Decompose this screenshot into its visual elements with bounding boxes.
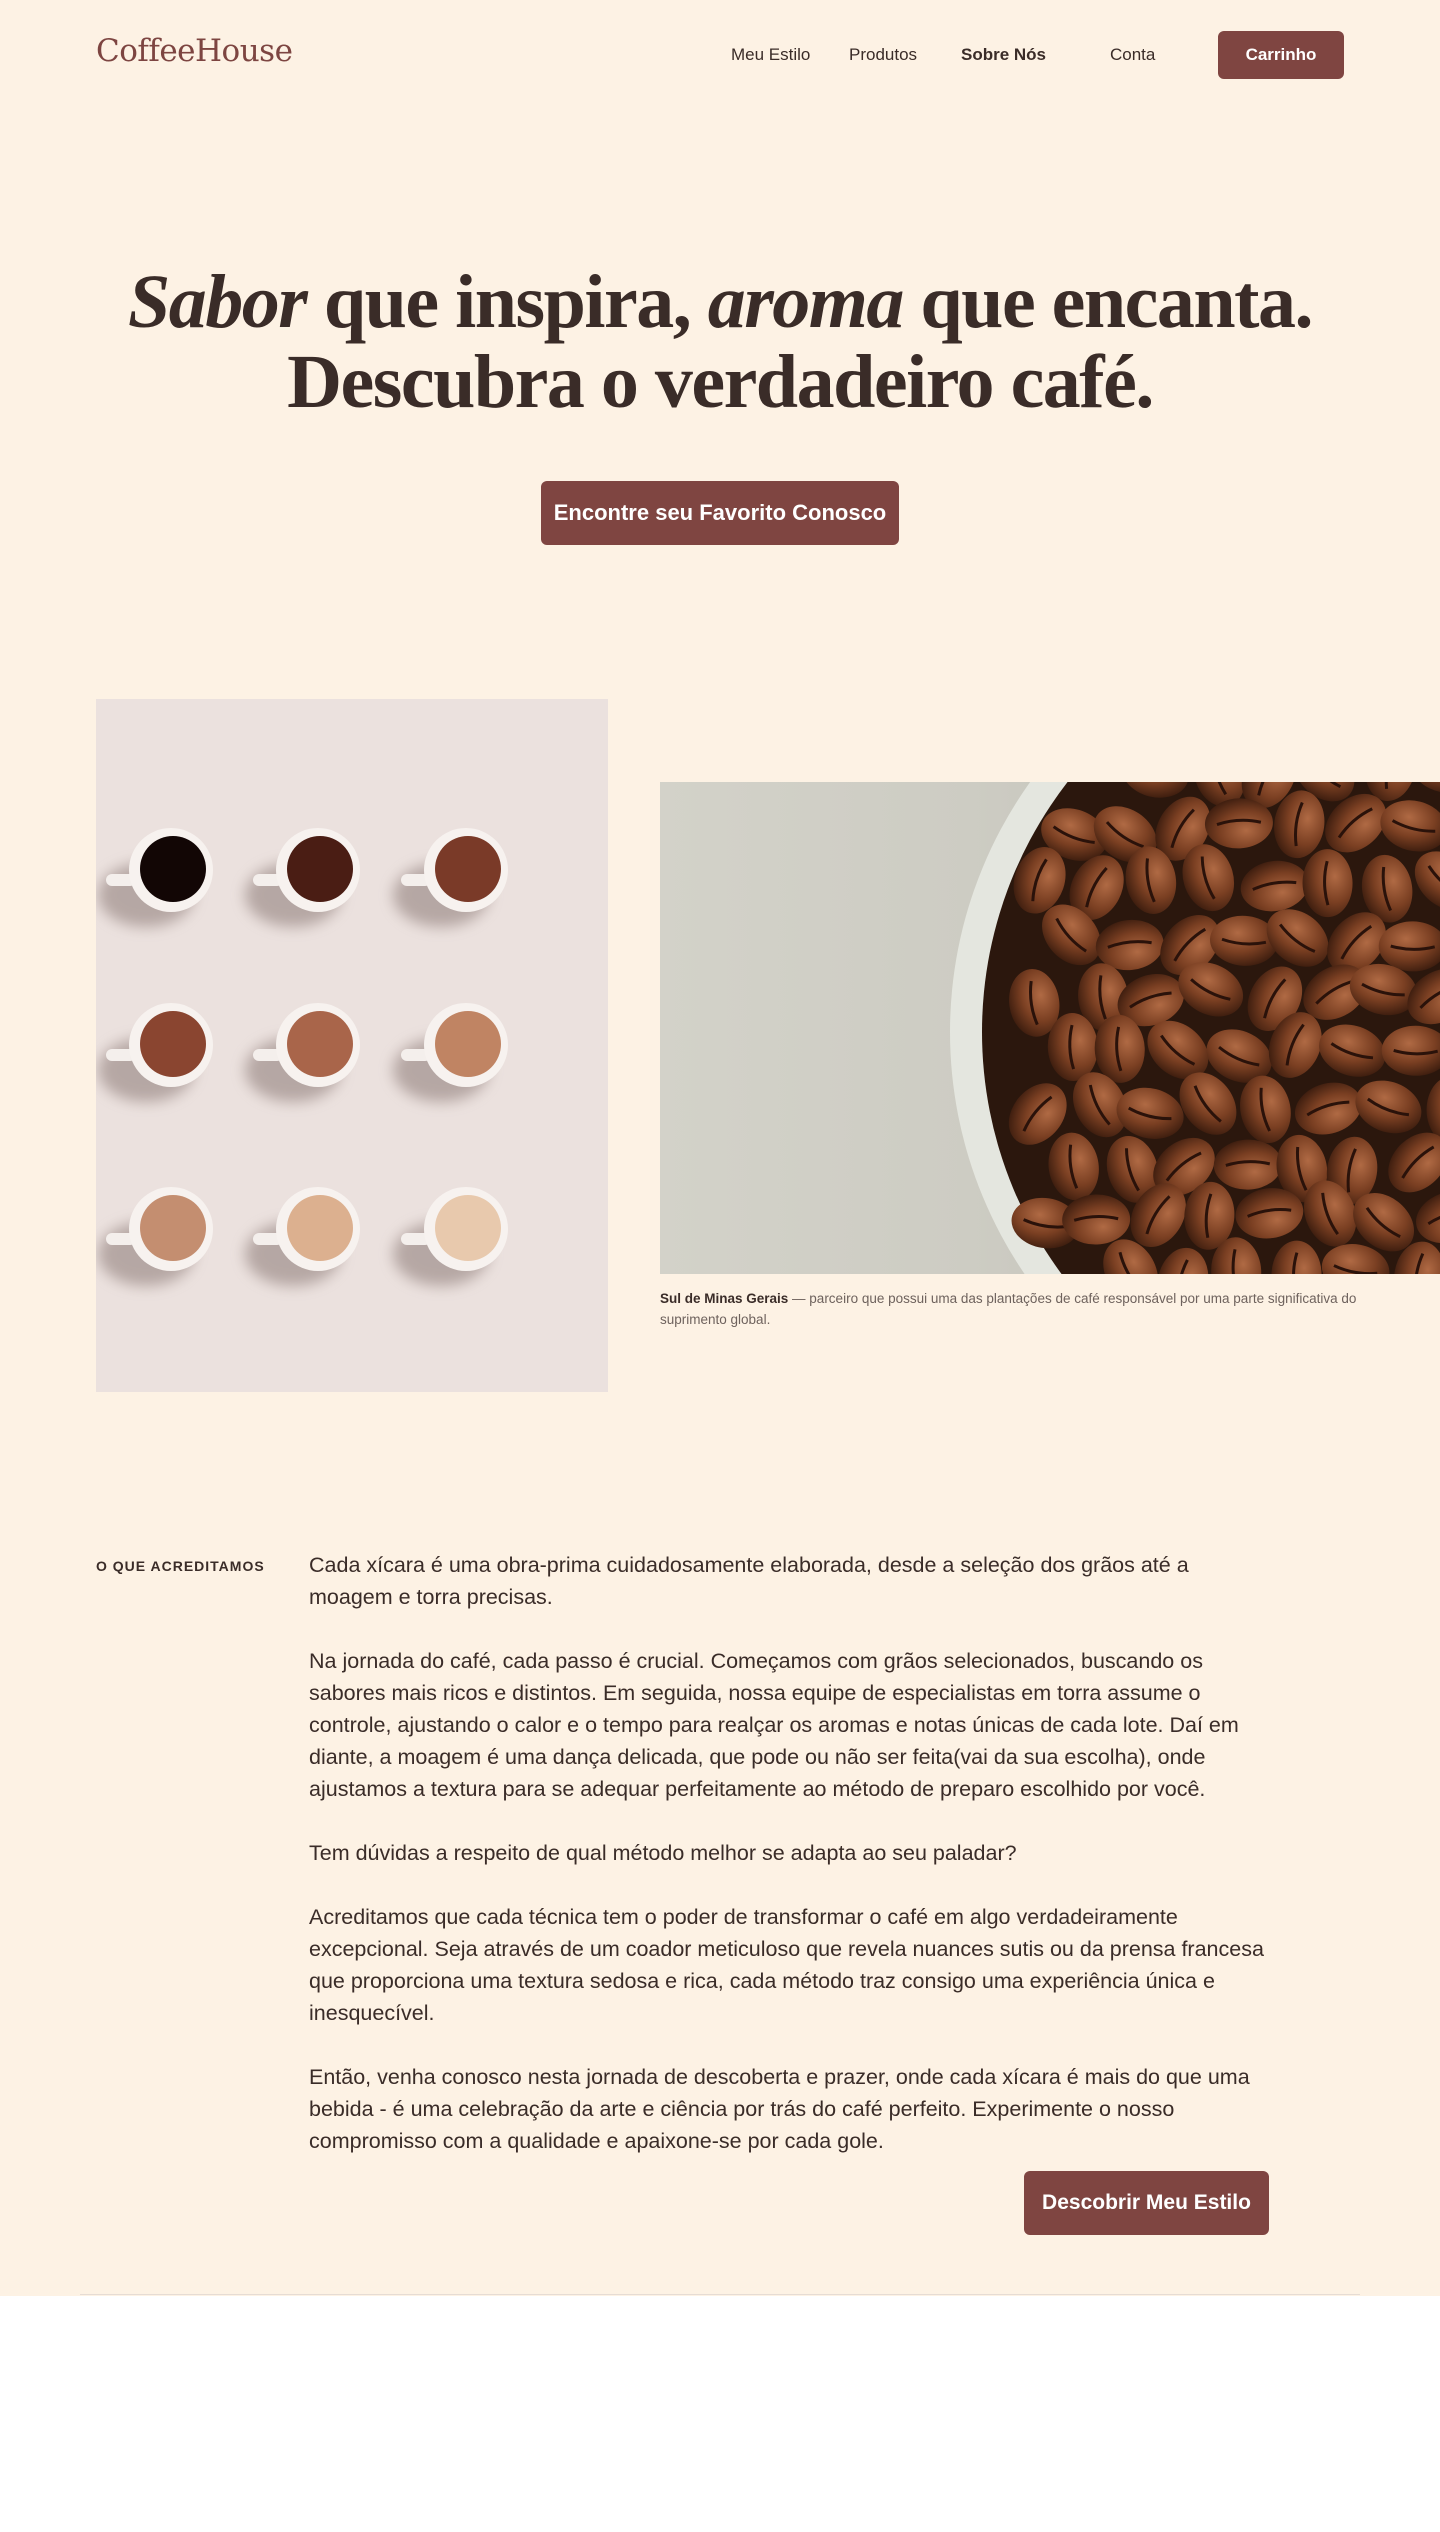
nav-link-produtos[interactable]: Produtos xyxy=(849,45,917,65)
coffee-liquid xyxy=(287,1195,353,1261)
coffee-liquid xyxy=(287,836,353,902)
footer-divider xyxy=(80,2294,1360,2295)
coffee-liquid xyxy=(140,836,206,902)
coffee-beans-illustration xyxy=(950,782,1440,1274)
cart-button[interactable]: Carrinho xyxy=(1218,31,1344,79)
coffee-cups-photo xyxy=(96,699,608,1392)
find-favorite-button[interactable]: Encontre seu Favorito Conosco xyxy=(541,481,899,545)
hero-text: Descubra o xyxy=(287,340,655,424)
caption-location: Sul de Minas Gerais xyxy=(660,1291,789,1306)
beliefs-paragraph: Acreditamos que cada técnica tem o poder… xyxy=(309,1905,1264,2025)
beliefs-paragraph: Tem dúvidas a respeito de qual método me… xyxy=(309,1841,1017,1865)
nav-link-sobre-nos[interactable]: Sobre Nós xyxy=(961,45,1046,65)
coffee-liquid xyxy=(140,1011,206,1077)
coffee-liquid xyxy=(435,1011,501,1077)
hero-word-verdadeiro: verdadeiro xyxy=(654,340,995,424)
page-main: CoffeeHouse Meu Estilo Produtos Sobre Nó… xyxy=(0,0,1440,2296)
hero-text: que encanta. xyxy=(902,260,1313,344)
coffee-beans-photo xyxy=(660,782,1440,1274)
hero-text: café. xyxy=(993,340,1155,424)
section-label-beliefs: O QUE ACREDITAMOS xyxy=(96,1558,265,1574)
nav-link-meu-estilo[interactable]: Meu Estilo xyxy=(731,45,810,65)
hero-word-sabor: Sabor xyxy=(128,260,308,344)
beliefs-text: Cada xícara é uma obra-prima cuidadosame… xyxy=(309,1549,1269,2189)
beliefs-paragraph: Então, venha conosco nesta jornada de de… xyxy=(309,2065,1250,2153)
coffee-liquid xyxy=(435,1195,501,1261)
hero-headline: Sabor que inspira, aroma que encanta. De… xyxy=(0,262,1440,422)
coffee-liquid xyxy=(435,836,501,902)
nav-link-conta[interactable]: Conta xyxy=(1110,45,1155,65)
hero-word-aroma: aroma xyxy=(707,260,905,344)
discover-style-button[interactable]: Descobrir Meu Estilo xyxy=(1024,2171,1269,2235)
beliefs-paragraph: Cada xícara é uma obra-prima cuidadosame… xyxy=(309,1553,1189,1609)
logo[interactable]: CoffeeHouse xyxy=(96,33,293,69)
coffee-liquid xyxy=(140,1195,206,1261)
coffee-liquid xyxy=(287,1011,353,1077)
beliefs-paragraph: Na jornada do café, cada passo é crucial… xyxy=(309,1649,1239,1801)
coffee-cups-illustration xyxy=(98,828,508,1286)
hero-text: que inspira, xyxy=(306,260,708,344)
photo-caption: Sul de Minas Gerais — parceiro que possu… xyxy=(660,1288,1400,1330)
top-navigation: CoffeeHouse Meu Estilo Produtos Sobre Nó… xyxy=(0,0,1440,112)
